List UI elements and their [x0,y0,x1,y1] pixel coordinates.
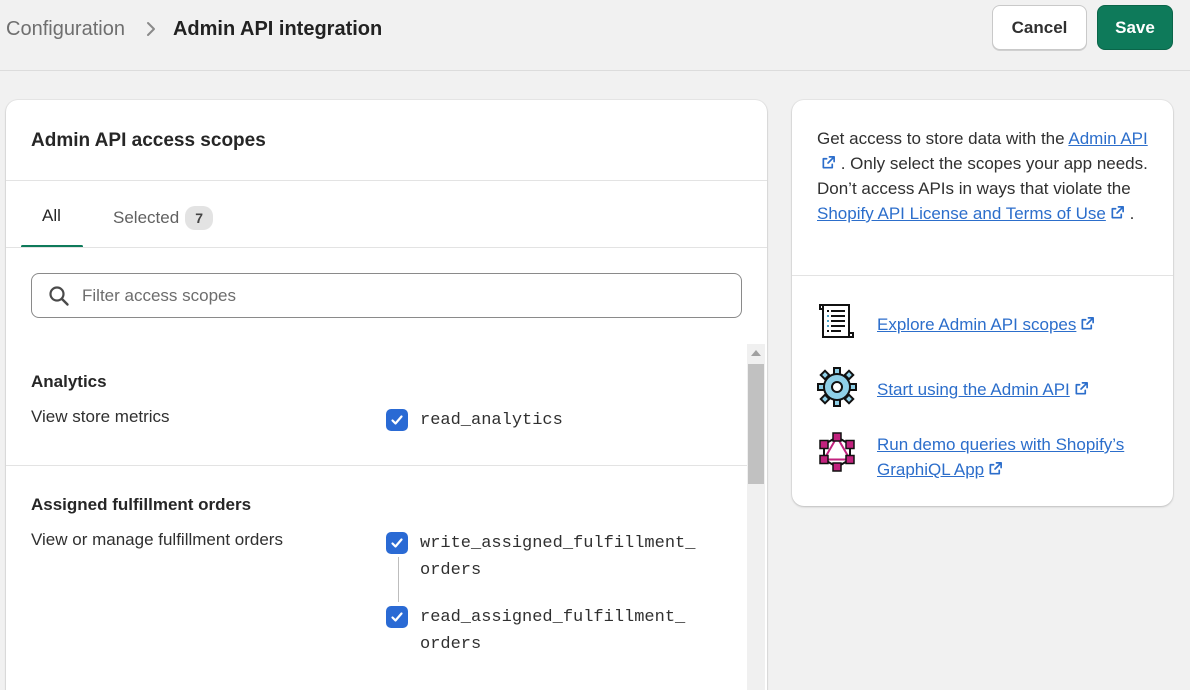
selected-count-badge: 7 [185,206,214,230]
checkmark-icon [391,612,403,622]
resource-link-text: Start using the Admin API [877,380,1070,399]
save-button[interactable]: Save [1097,5,1173,50]
section-description-analytics: View store metrics [31,407,170,426]
page-title: Admin API integration [172,17,383,40]
scope-write-assigned-fulfillment-orders[interactable]: write_assigned_fulfillment_ orders [386,532,695,584]
search-icon [48,285,70,307]
intro-text-part: . Only select the scopes your app needs.… [817,154,1148,198]
divider [6,180,767,181]
filter-search-field[interactable] [31,273,742,318]
breadcrumb-configuration[interactable]: Configuration [6,18,125,41]
section-title-assigned-fulfillment: Assigned fulfillment orders [31,495,252,514]
external-link-icon [1111,206,1124,219]
intro-text-part: . [1129,204,1135,223]
breadcrumb: Configuration Admin API integration [6,16,382,42]
page-header: Configuration Admin API integration Canc… [0,0,1190,71]
intro-text: Get access to store data with the Admin … [817,126,1152,226]
access-scopes-card: Admin API access scopes All Selected 7 A… [6,100,767,690]
scope-label-line: write_assigned_fulfillment_ [420,534,696,553]
admin-api-link-text: Admin API [1068,129,1148,148]
scope-label: read_assigned_fulfillment_ orders [420,604,685,658]
section-title-analytics: Analytics [31,372,107,391]
gear-icon [817,367,857,407]
resource-explore-scopes[interactable]: Explore Admin API scopes [817,302,1147,342]
divider [6,247,767,248]
scope-label: write_assigned_fulfillment_ orders [420,530,695,584]
scope-read-assigned-fulfillment-orders[interactable]: read_assigned_fulfillment_ orders [386,606,685,658]
checkbox-checked[interactable] [386,606,408,628]
external-link-icon [989,462,1003,475]
graphql-icon [819,432,855,472]
external-link-icon [1081,317,1095,330]
divider [6,465,747,466]
cancel-button[interactable]: Cancel [992,5,1087,50]
resource-graphiql[interactable]: Run demo queries with Shopify’s GraphiQL… [817,432,1147,482]
resource-link-text: Explore Admin API scopes [877,315,1077,334]
scope-label-line: orders [420,635,482,654]
scrollbar-thumb[interactable] [748,364,764,484]
checkmark-icon [391,538,403,548]
tab-all-label: All [42,206,61,225]
scope-label-line: orders [420,561,482,580]
api-info-card: Get access to store data with the Admin … [792,100,1173,506]
chevron-right-icon [141,19,161,39]
scope-label: read_analytics [420,411,563,430]
divider [792,275,1173,276]
checkbox-checked[interactable] [386,532,408,554]
external-link-icon [822,156,835,169]
start-using-admin-api-link[interactable]: Start using the Admin API [877,377,1147,402]
card-title: Admin API access scopes [31,130,266,151]
scope-connector-line [398,557,399,602]
section-description-assigned-fulfillment: View or manage fulfillment orders [31,530,283,549]
explore-admin-api-scopes-link[interactable]: Explore Admin API scopes [877,312,1147,337]
checkbox-checked[interactable] [386,409,408,431]
scope-label-line: read_assigned_fulfillment_ [420,608,686,627]
license-terms-link-text: Shopify API License and Terms of Use [817,204,1106,223]
intro-text-part: Get access to store data with the [817,129,1069,148]
scroll-document-icon [819,304,854,338]
tab-selected[interactable]: Selected 7 [113,206,214,230]
resource-start-using[interactable]: Start using the Admin API [817,367,1147,407]
run-demo-queries-link[interactable]: Run demo queries with Shopify’s GraphiQL… [877,432,1147,482]
scope-read-analytics[interactable]: read_analytics [386,409,563,434]
tab-all[interactable]: All [42,206,61,226]
external-link-icon [1075,382,1088,395]
license-terms-link[interactable]: Shopify API License and Terms of Use [817,204,1125,223]
tab-selected-label: Selected [113,208,180,227]
filter-search-input[interactable] [82,285,682,306]
scroll-up-arrow-icon[interactable] [751,350,761,356]
checkmark-icon [391,415,403,425]
